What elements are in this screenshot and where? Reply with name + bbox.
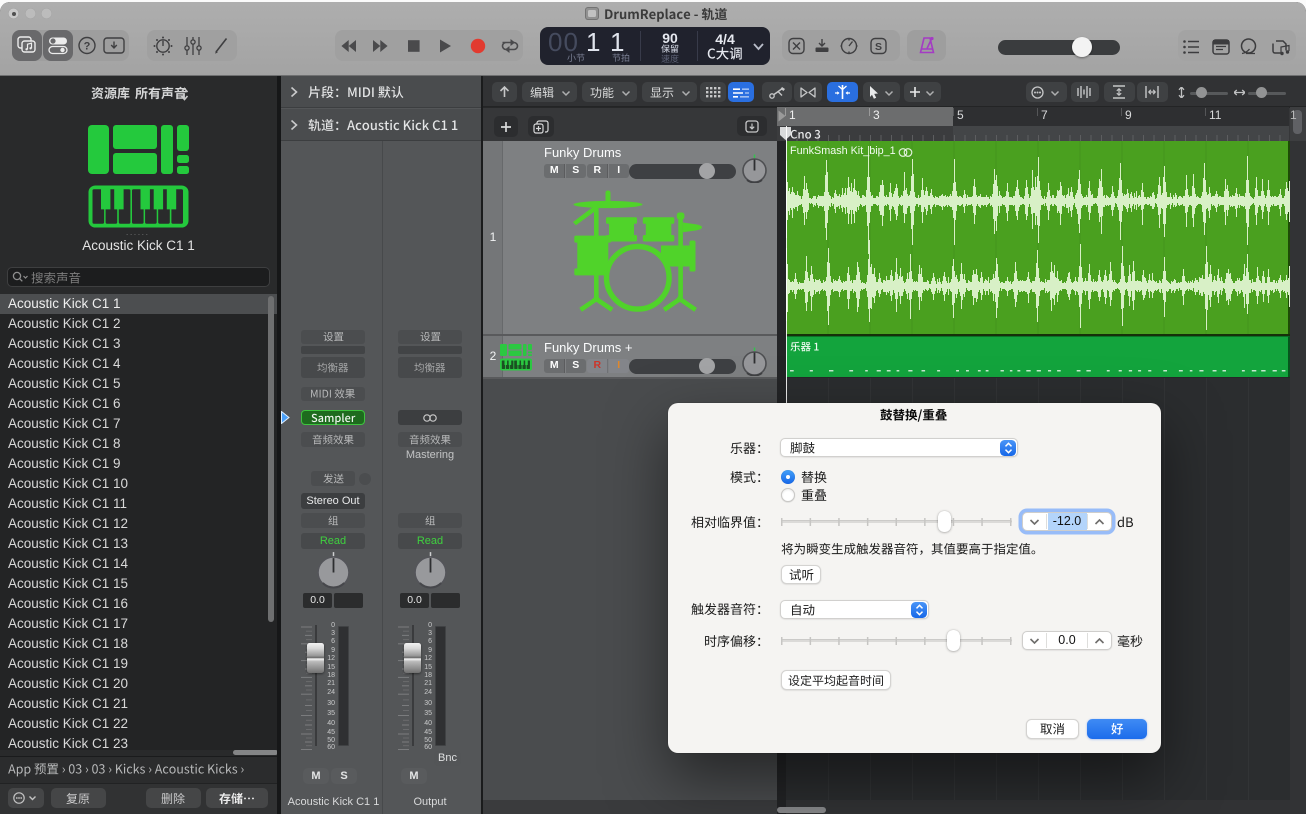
svg-text:S: S bbox=[875, 41, 882, 53]
svg-text:?: ? bbox=[84, 40, 91, 52]
